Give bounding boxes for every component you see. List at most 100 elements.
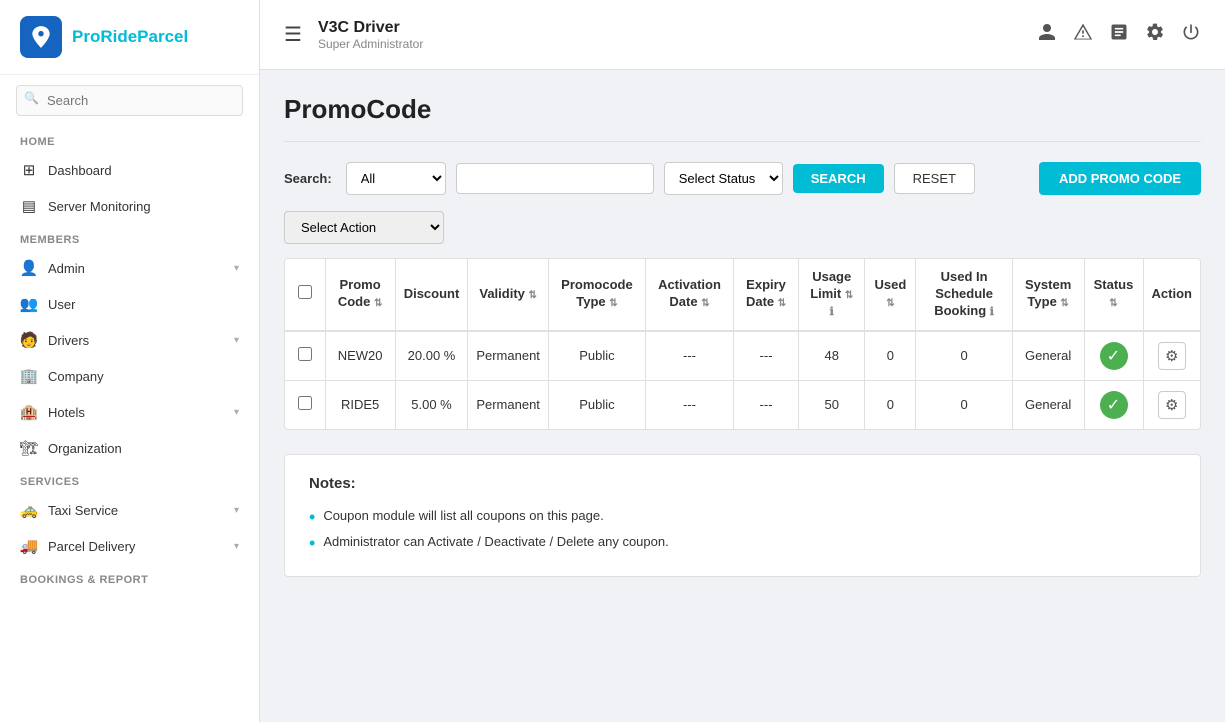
add-promo-code-button[interactable]: ADD PROMO CODE xyxy=(1039,162,1201,195)
promo-code-sort-icon[interactable]: ⇅ xyxy=(374,298,382,309)
action-row: Select Action Delete Selected xyxy=(284,211,1201,244)
drivers-chevron-icon: ▾ xyxy=(234,335,239,346)
nav-section-bookings: BOOKINGS & REPORT xyxy=(0,564,259,590)
th-discount: Discount xyxy=(395,259,468,331)
hotels-icon: 🏨 xyxy=(20,403,38,421)
th-usage-limit: Usage Limit ⇅ ℹ xyxy=(799,259,865,331)
action-gear-icon-0[interactable]: ⚙ xyxy=(1158,342,1186,370)
sidebar-item-dashboard[interactable]: ⊞ Dashboard xyxy=(0,152,259,188)
reset-button[interactable]: RESET xyxy=(894,163,975,194)
sidebar-item-taxi-service[interactable]: 🚕 Taxi Service ▾ xyxy=(0,492,259,528)
sidebar-item-hotels[interactable]: 🏨 Hotels ▾ xyxy=(0,394,259,430)
hotels-chevron-icon: ▾ xyxy=(234,407,239,418)
server-monitoring-icon: ▤ xyxy=(20,197,38,215)
cell-activation-date-0: --- xyxy=(645,331,733,381)
topbar-app-title: V3C Driver xyxy=(318,19,1021,37)
parcel-delivery-chevron-icon: ▾ xyxy=(234,541,239,552)
cell-usage-limit-0: 48 xyxy=(799,331,865,381)
status-sort-icon[interactable]: ⇅ xyxy=(1109,298,1117,309)
note-item-0: Coupon module will list all coupons on t… xyxy=(309,504,1176,530)
validity-sort-icon[interactable]: ⇅ xyxy=(529,290,537,301)
sidebar-logo: ProRideParcel xyxy=(0,0,259,75)
cell-checkbox-0 xyxy=(285,331,325,381)
topbar-subtitle: Super Administrator xyxy=(318,37,1021,51)
sidebar-item-server-monitoring[interactable]: ▤ Server Monitoring xyxy=(0,188,259,224)
sidebar-item-hotels-label: Hotels xyxy=(48,405,85,420)
sidebar: ProRideParcel HOME ⊞ Dashboard ▤ Server … xyxy=(0,0,260,722)
cell-validity-0: Permanent xyxy=(468,331,549,381)
th-used: Used ⇅ xyxy=(865,259,916,331)
search-status-select[interactable]: Select Status Active Inactive xyxy=(664,162,783,195)
sidebar-item-user-label: User xyxy=(48,297,75,312)
th-used-schedule: Used In Schedule Booking ℹ xyxy=(916,259,1012,331)
cell-used-schedule-0: 0 xyxy=(916,331,1012,381)
sidebar-item-company[interactable]: 🏢 Company xyxy=(0,358,259,394)
select-all-checkbox[interactable] xyxy=(298,285,312,299)
sidebar-item-drivers-label: Drivers xyxy=(48,333,89,348)
search-text-input[interactable] xyxy=(456,163,654,194)
user-profile-icon[interactable] xyxy=(1037,22,1057,47)
th-system-type: System Type ⇅ xyxy=(1012,259,1084,331)
sidebar-search-wrap xyxy=(0,75,259,126)
search-bar: Search: All Select Status Active Inactiv… xyxy=(284,162,1201,195)
sidebar-item-drivers[interactable]: 🧑 Drivers ▾ xyxy=(0,322,259,358)
sidebar-item-admin-label: Admin xyxy=(48,261,85,276)
activation-sort-icon[interactable]: ⇅ xyxy=(701,298,709,309)
search-filter-select[interactable]: All xyxy=(346,162,446,195)
nav-members-section: MEMBERS 👤 Admin ▾ 👥 User 🧑 Drivers ▾ 🏢 C… xyxy=(0,224,259,466)
type-sort-icon[interactable]: ⇅ xyxy=(609,298,617,309)
notes-card: Notes: Coupon module will list all coupo… xyxy=(284,454,1201,577)
cell-promo-code-1: RIDE5 xyxy=(325,380,395,429)
logo-text: ProRideParcel xyxy=(72,27,188,47)
cell-expiry-date-1: --- xyxy=(734,380,799,429)
action-select[interactable]: Select Action Delete Selected xyxy=(284,211,444,244)
cell-promo-code-0: NEW20 xyxy=(325,331,395,381)
usage-info-icon: ℹ xyxy=(830,306,834,318)
sidebar-search-input[interactable] xyxy=(16,85,243,116)
notes-list: Coupon module will list all coupons on t… xyxy=(309,504,1176,556)
promo-code-table: Promo Code ⇅ Discount Validity ⇅ Promoco… xyxy=(285,259,1200,429)
status-active-icon-1[interactable]: ✓ xyxy=(1100,391,1128,419)
usage-sort-icon[interactable]: ⇅ xyxy=(845,290,853,301)
search-button[interactable]: SEARCH xyxy=(793,164,884,193)
sidebar-item-organization[interactable]: 🏗 Organization xyxy=(0,430,259,466)
row-checkbox-0[interactable] xyxy=(298,347,312,361)
nav-home-section: HOME ⊞ Dashboard ▤ Server Monitoring xyxy=(0,126,259,224)
system-sort-icon[interactable]: ⇅ xyxy=(1060,298,1068,309)
sidebar-item-user[interactable]: 👥 User xyxy=(0,286,259,322)
parcel-delivery-icon: 🚚 xyxy=(20,537,38,555)
sidebar-item-parcel-delivery[interactable]: 🚚 Parcel Delivery ▾ xyxy=(0,528,259,564)
schedule-info-icon: ℹ xyxy=(990,306,994,318)
cell-used-1: 0 xyxy=(865,380,916,429)
used-sort-icon[interactable]: ⇅ xyxy=(886,298,894,309)
company-icon: 🏢 xyxy=(20,367,38,385)
row-checkbox-1[interactable] xyxy=(298,396,312,410)
admin-chevron-icon: ▾ xyxy=(234,263,239,274)
settings-icon[interactable] xyxy=(1145,22,1165,47)
cell-validity-1: Permanent xyxy=(468,380,549,429)
notes-icon[interactable] xyxy=(1109,22,1129,47)
taxi-service-icon: 🚕 xyxy=(20,501,38,519)
expiry-sort-icon[interactable]: ⇅ xyxy=(778,298,786,309)
page-title: PromoCode xyxy=(284,94,1201,125)
user-icon: 👥 xyxy=(20,295,38,313)
cell-discount-1: 5.00 % xyxy=(395,380,468,429)
alert-icon[interactable] xyxy=(1073,22,1093,47)
search-label: Search: xyxy=(284,171,332,186)
cell-promocode-type-1: Public xyxy=(548,380,645,429)
cell-action-0: ⚙ xyxy=(1143,331,1200,381)
menu-icon[interactable]: ☰ xyxy=(284,22,302,47)
topbar-icons xyxy=(1037,22,1201,47)
sidebar-item-company-label: Company xyxy=(48,369,104,384)
sidebar-item-dashboard-label: Dashboard xyxy=(48,163,112,178)
nav-bookings-section: BOOKINGS & REPORT xyxy=(0,564,259,590)
logo-icon xyxy=(20,16,62,58)
action-gear-icon-1[interactable]: ⚙ xyxy=(1158,391,1186,419)
power-icon[interactable] xyxy=(1181,22,1201,47)
status-active-icon-0[interactable]: ✓ xyxy=(1100,342,1128,370)
topbar: ☰ V3C Driver Super Administrator xyxy=(260,0,1225,70)
th-status: Status ⇅ xyxy=(1084,259,1143,331)
sidebar-item-admin[interactable]: 👤 Admin ▾ xyxy=(0,250,259,286)
sidebar-item-parcel-delivery-label: Parcel Delivery xyxy=(48,539,135,554)
taxi-service-chevron-icon: ▾ xyxy=(234,505,239,516)
